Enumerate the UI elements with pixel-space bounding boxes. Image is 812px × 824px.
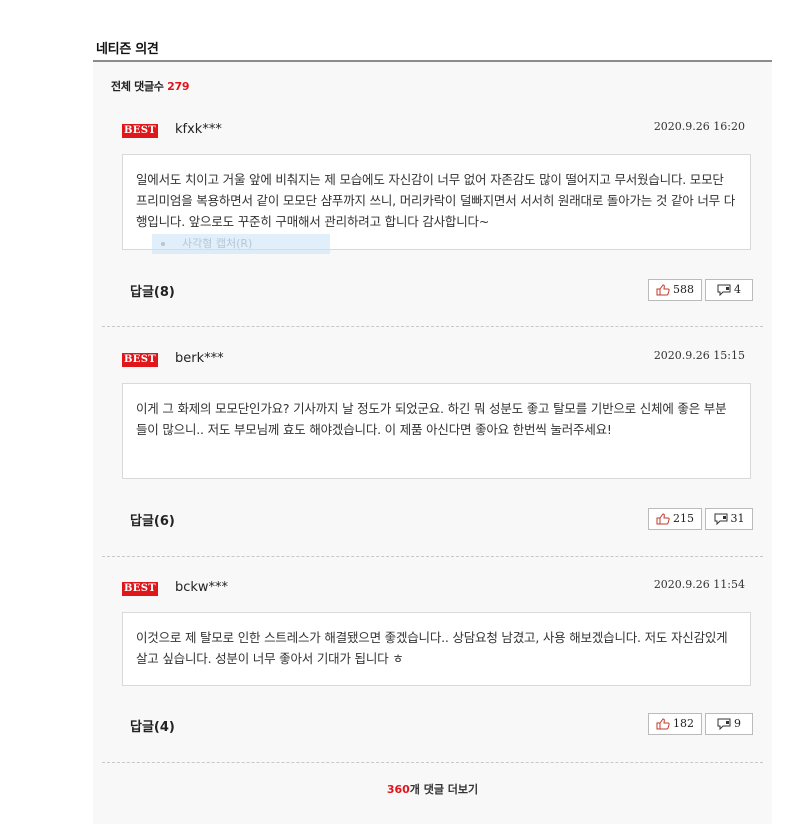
total-comments: 전체 댓글수 279 bbox=[111, 78, 190, 94]
best-badge: BEST bbox=[122, 353, 158, 367]
total-count: 279 bbox=[167, 80, 190, 93]
comment-user[interactable]: bckw*** bbox=[175, 580, 228, 595]
dislike-count: 4 bbox=[734, 283, 741, 296]
like-count: 182 bbox=[673, 717, 694, 730]
dislike-button[interactable]: 9 bbox=[705, 713, 753, 735]
more-count: 360 bbox=[386, 783, 410, 796]
like-count: 215 bbox=[673, 512, 694, 525]
screen-capture-tooltip: 사각형 캡처(R) bbox=[152, 234, 330, 254]
comments-panel: 전체 댓글수 279 BEST kfxk*** 2020.9.26 16:20 … bbox=[93, 62, 772, 824]
speech-bubble-icon bbox=[714, 513, 727, 525]
tooltip-text: 사각형 캡처(R) bbox=[182, 237, 253, 250]
comment-date: 2020.9.26 16:20 bbox=[653, 120, 745, 133]
dislike-button[interactable]: 31 bbox=[705, 508, 753, 530]
more-comments-link[interactable]: 360개 댓글 더보기 bbox=[93, 781, 772, 797]
reply-button[interactable]: 답글(6) bbox=[130, 510, 175, 529]
comment-user[interactable]: kfxk*** bbox=[175, 122, 222, 137]
thumbs-up-icon bbox=[656, 718, 670, 730]
comment-body: 이게 그 화제의 모모단인가요? 기사까지 날 정도가 되었군요. 하긴 뭐 성… bbox=[122, 383, 751, 479]
thumbs-up-icon bbox=[656, 284, 670, 296]
best-badge: BEST bbox=[122, 124, 158, 138]
section-title: 네티즌 의견 bbox=[96, 42, 159, 57]
comment-body: 이것으로 제 탈모로 인한 스트레스가 해결됐으면 좋겠습니다.. 상담요청 남… bbox=[122, 612, 751, 686]
comment-date: 2020.9.26 11:54 bbox=[653, 578, 745, 591]
total-label: 전체 댓글수 bbox=[111, 80, 164, 93]
more-label: 개 댓글 더보기 bbox=[409, 783, 479, 796]
comment-date: 2020.9.26 15:15 bbox=[653, 349, 745, 362]
bullet-icon bbox=[161, 242, 165, 246]
dislike-button[interactable]: 4 bbox=[705, 279, 753, 301]
like-button[interactable]: 215 bbox=[648, 508, 702, 530]
comment-user[interactable]: berk*** bbox=[175, 351, 224, 366]
speech-bubble-icon bbox=[717, 284, 731, 296]
comment-divider bbox=[102, 326, 763, 327]
like-button[interactable]: 182 bbox=[648, 713, 702, 735]
speech-bubble-icon bbox=[717, 718, 731, 730]
comment-divider bbox=[102, 556, 763, 557]
dislike-count: 31 bbox=[730, 512, 745, 525]
best-badge: BEST bbox=[122, 582, 158, 596]
reply-button[interactable]: 답글(4) bbox=[130, 716, 175, 735]
comment-divider bbox=[102, 762, 763, 763]
reply-button[interactable]: 답글(8) bbox=[130, 281, 175, 300]
like-count: 588 bbox=[673, 283, 694, 296]
like-button[interactable]: 588 bbox=[648, 279, 702, 301]
thumbs-up-icon bbox=[656, 513, 670, 525]
dislike-count: 9 bbox=[734, 717, 741, 730]
